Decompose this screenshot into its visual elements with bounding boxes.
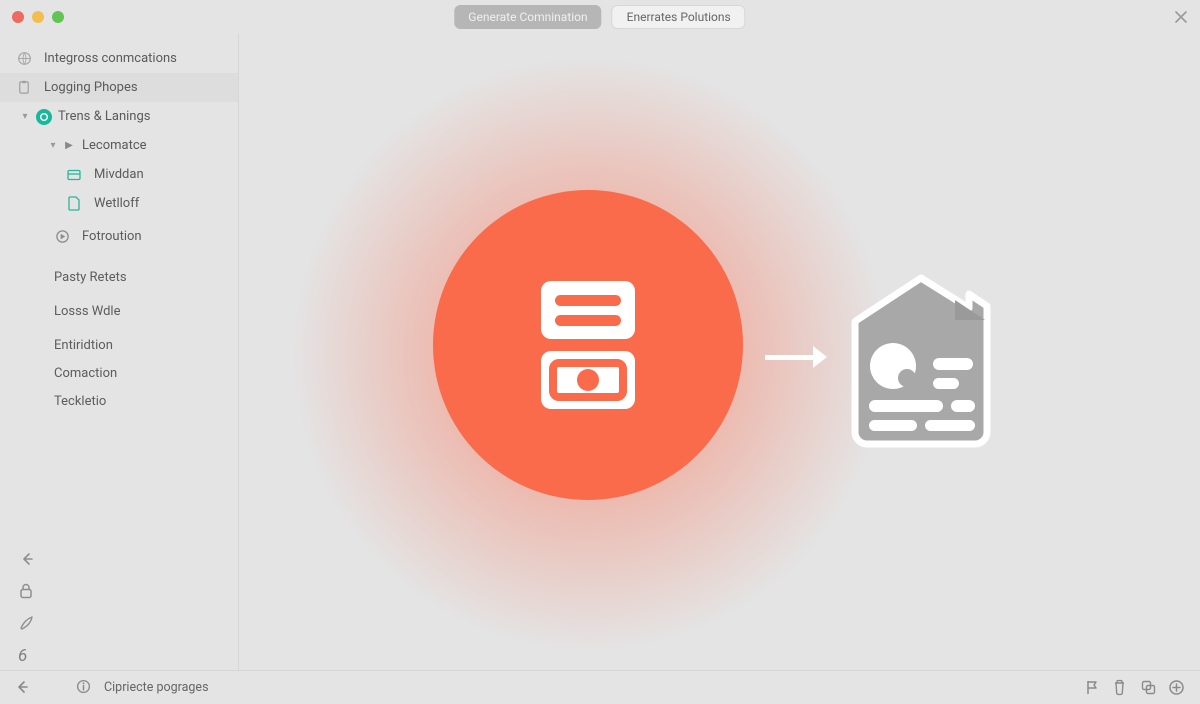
sidebar-item-label: Fotroution [82, 229, 142, 244]
statusbar: Cipriecte pograges [0, 670, 1200, 704]
sidebar-item-label: Wetlloff [94, 196, 139, 211]
lock-icon[interactable] [18, 582, 36, 600]
back-icon[interactable] [14, 679, 32, 697]
chevron-down-icon: ▾ [48, 140, 58, 151]
sidebar-item-label: Lecomatce [82, 138, 147, 153]
sidebar-item-label: Logging Phopes [44, 80, 138, 95]
arrow-icon [765, 346, 827, 368]
status-text: Cipriecte pograges [104, 680, 209, 695]
window-close-button[interactable] [12, 11, 24, 23]
generate-button[interactable]: Generate Comnination [454, 5, 601, 29]
sidebar-item-wetlloff[interactable]: Wetlloff [0, 189, 238, 218]
sidebar: Integross conmcations Logging Phopes ▾ T… [0, 34, 238, 670]
source-circle [433, 190, 743, 500]
window-zoom-button[interactable] [52, 11, 64, 23]
sidebar-item-lecomatce[interactable]: ▾ ▶ Lecomatce [0, 131, 238, 160]
add-circle-icon[interactable] [1168, 679, 1186, 697]
titlebar-actions: Generate Comnination Enerrates Polutions [454, 5, 745, 29]
pen-icon[interactable] [18, 614, 36, 632]
trash-icon[interactable] [1112, 679, 1130, 697]
sidebar-item-logging[interactable]: Logging Phopes [0, 73, 238, 102]
back-arrow-icon[interactable] [18, 550, 36, 568]
sidebar-group-pasty[interactable]: Pasty Retets [0, 263, 238, 291]
info-icon[interactable] [76, 679, 94, 697]
enerrates-button[interactable]: Enerrates Polutions [612, 5, 746, 29]
flag-icon[interactable] [1084, 679, 1102, 697]
sidebar-item-integross[interactable]: Integross conmcations [0, 44, 238, 73]
titlebar: Generate Comnination Enerrates Polutions [0, 0, 1200, 34]
sidebar-item-trens[interactable]: ▾ Trens & Lanings [0, 102, 238, 131]
close-icon[interactable] [1174, 10, 1188, 24]
sidebar-item-label: Trens & Lanings [58, 109, 151, 124]
sidebar-item-fotroution[interactable]: Fotroution [0, 222, 238, 251]
traffic-lights [12, 11, 64, 23]
document-icon [66, 196, 82, 212]
play-icon: ▶ [64, 140, 74, 151]
sidebar-item-label: Integross conmcations [44, 51, 177, 66]
globe-icon [16, 51, 32, 67]
target-document-icon [837, 272, 1005, 452]
sidebar-group-teckletio[interactable]: Teckletio [0, 387, 238, 415]
content-canvas [238, 34, 1200, 670]
category-badge-icon [36, 109, 52, 125]
clipboard-icon [16, 80, 32, 96]
circle-arrow-icon [54, 229, 70, 245]
sidebar-item-label: Mivddan [94, 167, 144, 182]
number-indicator: 6 [18, 646, 36, 664]
sidebar-item-mivddan[interactable]: Mivddan [0, 160, 238, 189]
sidebar-group-losss[interactable]: Losss Wdle [0, 297, 238, 325]
copy-icon[interactable] [1140, 679, 1158, 697]
card-icon [66, 167, 82, 183]
sidebar-group-entirid[interactable]: Entiridtion [0, 331, 238, 359]
sidebar-group-comaction[interactable]: Comaction [0, 359, 238, 387]
window-minimize-button[interactable] [32, 11, 44, 23]
chevron-down-icon: ▾ [20, 111, 30, 122]
sidebar-bottom-icons: 6 [0, 550, 36, 670]
stack-icon [533, 275, 643, 415]
